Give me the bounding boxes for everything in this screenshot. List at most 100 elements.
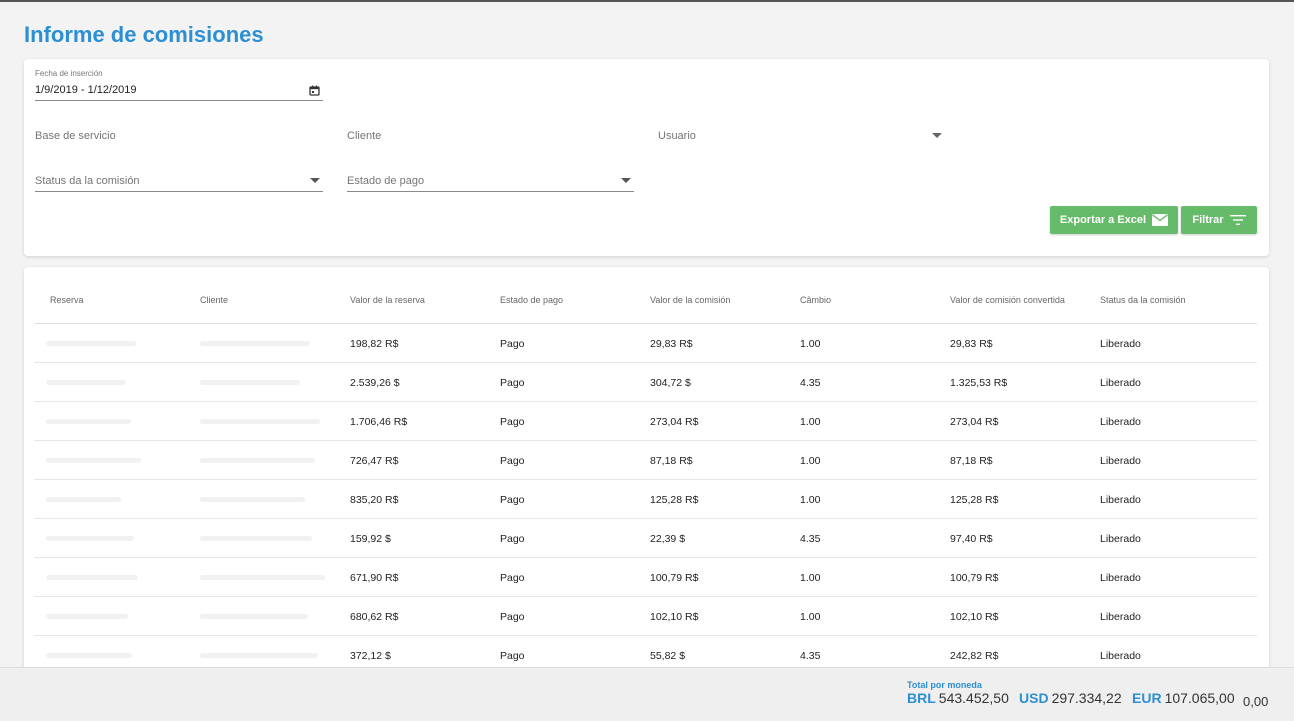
cell-status-comision: Liberado bbox=[1100, 494, 1141, 506]
filter-button-label: Filtrar bbox=[1192, 214, 1224, 226]
cell-valor-reserva: 1.706,46 R$ bbox=[350, 416, 408, 428]
redacted-reserva bbox=[46, 341, 136, 346]
cell-valor-comision: 304,72 $ bbox=[650, 377, 691, 389]
redacted-cliente bbox=[200, 497, 305, 502]
column-header-comision-convertida[interactable]: Valor de comisión convertida bbox=[950, 295, 1065, 305]
service-base-field[interactable]: Base de servicio bbox=[35, 130, 116, 142]
cell-valor-reserva: 2.539,26 $ bbox=[350, 377, 400, 389]
payment-status-placeholder: Estado de pago bbox=[347, 175, 425, 187]
table-row[interactable]: 835,20 R$ Pago 125,28 R$ 1.00 125,28 R$ … bbox=[34, 480, 1257, 519]
export-excel-button[interactable]: Exportar a Excel bbox=[1050, 206, 1178, 234]
redacted-reserva bbox=[46, 536, 134, 541]
column-header-cliente[interactable]: Cliente bbox=[200, 295, 228, 305]
commissions-table: Reserva Cliente Valor de la reserva Esta… bbox=[24, 267, 1269, 687]
column-header-status-comision[interactable]: Status da la comisión bbox=[1100, 295, 1186, 305]
total-eur: EUR 107.065,00 bbox=[1132, 690, 1235, 706]
cell-cambio: 1.00 bbox=[800, 416, 821, 428]
cell-estado-pago: Pago bbox=[500, 377, 525, 389]
commission-status-underline bbox=[35, 191, 323, 192]
column-header-valor-reserva[interactable]: Valor de la reserva bbox=[350, 295, 425, 305]
cell-estado-pago: Pago bbox=[500, 494, 525, 506]
cell-valor-reserva: 671,90 R$ bbox=[350, 572, 399, 584]
cell-estado-pago: Pago bbox=[500, 455, 525, 467]
total-eur-currency: EUR bbox=[1132, 690, 1162, 706]
user-select[interactable]: Usuario bbox=[658, 130, 696, 142]
cell-comision-convertida: 242,82 R$ bbox=[950, 650, 999, 662]
total-by-currency-label: Total por moneda bbox=[907, 680, 982, 690]
cell-cambio: 4.35 bbox=[800, 377, 821, 389]
date-range-label: Fecha de inserción bbox=[35, 69, 103, 78]
table-row[interactable]: 2.539,26 $ Pago 304,72 $ 4.35 1.325,53 R… bbox=[34, 363, 1257, 402]
cell-estado-pago: Pago bbox=[500, 611, 525, 623]
column-header-estado-pago[interactable]: Estado de pago bbox=[500, 295, 563, 305]
cell-estado-pago: Pago bbox=[500, 533, 525, 545]
redacted-reserva bbox=[46, 614, 128, 619]
cell-status-comision: Liberado bbox=[1100, 338, 1141, 350]
cell-cambio: 4.35 bbox=[800, 650, 821, 662]
top-border bbox=[0, 0, 1294, 2]
cell-valor-reserva: 372,12 $ bbox=[350, 650, 391, 662]
cell-valor-reserva: 198,82 R$ bbox=[350, 338, 399, 350]
cell-estado-pago: Pago bbox=[500, 416, 525, 428]
redacted-reserva bbox=[46, 458, 141, 463]
redacted-cliente bbox=[200, 341, 310, 346]
total-usd-currency: USD bbox=[1019, 690, 1049, 706]
date-range-underline bbox=[35, 100, 323, 101]
total-brl-currency: BRL bbox=[907, 690, 936, 706]
cell-valor-comision: 55,82 $ bbox=[650, 650, 686, 662]
table-row[interactable]: 671,90 R$ Pago 100,79 R$ 1.00 100,79 R$ … bbox=[34, 558, 1257, 597]
cell-comision-convertida: 29,83 R$ bbox=[950, 338, 993, 350]
column-header-reserva[interactable]: Reserva bbox=[50, 295, 84, 305]
cell-cambio: 1.00 bbox=[800, 338, 821, 350]
filter-lines-icon bbox=[1229, 215, 1246, 225]
page-title: Informe de comisiones bbox=[24, 22, 264, 47]
cell-status-comision: Liberado bbox=[1100, 572, 1141, 584]
redacted-reserva bbox=[46, 575, 138, 580]
redacted-cliente bbox=[200, 458, 315, 463]
commission-status-arrow-icon[interactable] bbox=[310, 178, 320, 184]
cell-valor-comision: 29,83 R$ bbox=[650, 338, 693, 350]
cell-cambio: 4.35 bbox=[800, 533, 821, 545]
total-brl-amount: 543.452,50 bbox=[938, 690, 1009, 706]
cell-cambio: 1.00 bbox=[800, 572, 821, 584]
date-range-value[interactable]: 1/9/2019 - 1/12/2019 bbox=[35, 84, 137, 96]
column-header-valor-comision[interactable]: Valor de la comisión bbox=[650, 295, 730, 305]
total-usd-amount: 297.334,22 bbox=[1051, 690, 1122, 706]
totals-footer: Total por moneda BRL 543.452,50 USD 297.33… bbox=[0, 667, 1294, 721]
total-eur-amount: 107.065,00 bbox=[1164, 690, 1235, 706]
cell-status-comision: Liberado bbox=[1100, 377, 1141, 389]
redacted-reserva bbox=[46, 419, 131, 424]
cell-comision-convertida: 97,40 R$ bbox=[950, 533, 993, 545]
filter-button[interactable]: Filtrar bbox=[1181, 206, 1257, 234]
filter-panel: Fecha de inserción 1/9/2019 - 1/12/2019 … bbox=[24, 59, 1269, 256]
redacted-cliente bbox=[200, 614, 308, 619]
payment-status-arrow-icon[interactable] bbox=[621, 178, 631, 184]
redacted-reserva bbox=[46, 497, 121, 502]
mail-icon bbox=[1152, 214, 1169, 226]
table-row[interactable]: 726,47 R$ Pago 87,18 R$ 1.00 87,18 R$ Li… bbox=[34, 441, 1257, 480]
cell-comision-convertida: 125,28 R$ bbox=[950, 494, 999, 506]
calendar-icon[interactable] bbox=[309, 85, 320, 96]
table-row[interactable]: 198,82 R$ Pago 29,83 R$ 1.00 29,83 R$ Li… bbox=[34, 324, 1257, 363]
redacted-cliente bbox=[200, 380, 300, 385]
payment-status-underline bbox=[347, 191, 634, 192]
export-excel-label: Exportar a Excel bbox=[1059, 214, 1147, 226]
total-other: 0,00 bbox=[1243, 694, 1269, 709]
table-row[interactable]: 680,62 R$ Pago 102,10 R$ 1.00 102,10 R$ … bbox=[34, 597, 1257, 636]
cell-estado-pago: Pago bbox=[500, 338, 525, 350]
cell-comision-convertida: 102,10 R$ bbox=[950, 611, 999, 623]
redacted-reserva bbox=[46, 653, 132, 658]
commission-status-placeholder: Status da la comisión bbox=[35, 175, 140, 187]
cell-valor-reserva: 835,20 R$ bbox=[350, 494, 399, 506]
column-header-cambio[interactable]: Câmbio bbox=[800, 295, 831, 305]
client-field[interactable]: Cliente bbox=[347, 130, 381, 142]
table-row[interactable]: 159,92 $ Pago 22,39 $ 4.35 97,40 R$ Libe… bbox=[34, 519, 1257, 558]
cell-valor-comision: 22,39 $ bbox=[650, 533, 686, 545]
cell-comision-convertida: 273,04 R$ bbox=[950, 416, 999, 428]
redacted-cliente bbox=[200, 419, 320, 424]
table-row[interactable]: 1.706,46 R$ Pago 273,04 R$ 1.00 273,04 R… bbox=[34, 402, 1257, 441]
total-usd: USD 297.334,22 bbox=[1019, 690, 1122, 706]
cell-status-comision: Liberado bbox=[1100, 455, 1141, 467]
user-dropdown-arrow-icon[interactable] bbox=[932, 133, 942, 139]
redacted-cliente bbox=[200, 575, 325, 580]
